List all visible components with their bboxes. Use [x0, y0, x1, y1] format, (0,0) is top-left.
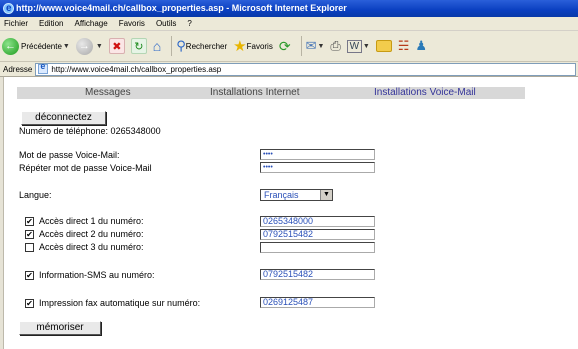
refresh-icon: ↻ [130, 38, 147, 54]
nav-messages-link[interactable]: Messages [85, 87, 131, 99]
address-label: Adresse [3, 64, 33, 74]
nav-internet-link[interactable]: Installations Internet [210, 87, 300, 99]
menu-bar: Fichier Edition Affichage Favoris Outils… [0, 17, 578, 31]
language-selected-value: Français [264, 190, 299, 200]
sms-checkbox[interactable] [25, 271, 34, 280]
window-title: http://www.voice4mail.ch/callbox_propert… [16, 3, 347, 13]
word-icon: W [346, 39, 362, 53]
direct3-input[interactable] [260, 242, 375, 253]
research-books-icon: ☵ [397, 38, 410, 53]
menu-fichier[interactable]: Fichier [4, 19, 28, 28]
home-button[interactable]: ⌂ [153, 38, 161, 54]
mail-dropdown-icon[interactable]: ▼ [317, 43, 324, 50]
direct3-checkbox[interactable] [25, 243, 34, 252]
direct1-label: Accès direct 1 du numéro: [39, 216, 144, 226]
research-button[interactable]: ☵ [398, 38, 410, 54]
fax-checkbox[interactable] [25, 299, 34, 308]
language-label: Langue: [19, 190, 52, 200]
forward-button[interactable]: → ▼ [75, 37, 103, 55]
nav-voicemail-link[interactable]: Installations Voice-Mail [374, 87, 476, 99]
save-button[interactable]: mémoriser [19, 321, 101, 335]
sms-label: Information-SMS au numéro: [39, 270, 155, 280]
menu-outils[interactable]: Outils [156, 19, 176, 28]
sms-input[interactable]: 0792515482 [260, 269, 375, 280]
direct2-label: Accès direct 2 du numéro: [39, 229, 144, 239]
password-label: Mot de passe Voice-Mail: [19, 150, 120, 160]
menu-affichage[interactable]: Affichage [74, 19, 107, 28]
folder-button[interactable] [375, 40, 392, 52]
printer-icon: ⎙ [330, 38, 341, 53]
disconnect-button[interactable]: déconnectez [21, 111, 106, 125]
messenger-people-icon: ♟ [415, 38, 428, 53]
direct2-checkbox[interactable] [25, 230, 34, 239]
folder-icon [375, 40, 392, 52]
search-button-label: Rechercher [185, 41, 228, 51]
fax-input[interactable]: 0269125487 [260, 297, 375, 308]
back-dropdown-icon[interactable]: ▼ [63, 43, 70, 50]
window-titlebar: http://www.voice4mail.ch/callbox_propert… [0, 0, 578, 17]
address-url: http://www.voice4mail.ch/callbox_propert… [51, 64, 222, 74]
stop-icon: ✖ [108, 38, 125, 54]
direct3-label: Accès direct 3 du numéro: [39, 242, 144, 252]
menu-favoris[interactable]: Favoris [119, 19, 145, 28]
password-repeat-label: Répéter mot de passe Voice-Mail [19, 163, 152, 173]
toolbar: ← Précédente ▼ → ▼ ✖ ↻ ⌂ ⚲ Rechercher ★ … [0, 31, 578, 62]
direct2-input[interactable]: 0792515482 [260, 229, 375, 240]
home-icon: ⌂ [152, 38, 162, 54]
chevron-down-icon: ▼ [320, 190, 332, 200]
password-input[interactable]: •••• [260, 149, 375, 160]
address-input[interactable]: http://www.voice4mail.ch/callbox_propert… [35, 61, 576, 76]
forward-dropdown-icon[interactable]: ▼ [96, 43, 103, 50]
password-repeat-input[interactable]: •••• [260, 162, 375, 173]
back-button[interactable]: ← Précédente ▼ [2, 37, 70, 55]
history-icon: ⟳ [278, 37, 291, 54]
back-arrow-icon: ← [2, 37, 19, 55]
language-select[interactable]: Français ▼ [260, 189, 333, 201]
ie-logo-icon [3, 0, 14, 17]
address-bar: Adresse http://www.voice4mail.ch/callbox… [0, 61, 578, 77]
menu-help[interactable]: ? [187, 19, 191, 28]
phone-number-text: Numéro de téléphone: 0265348000 [19, 126, 161, 136]
history-button[interactable]: ⟳ [279, 38, 291, 55]
menu-edition[interactable]: Edition [39, 19, 63, 28]
search-icon: ⚲ [176, 38, 186, 53]
toolbar-separator [300, 36, 302, 56]
search-button[interactable]: ⚲ Rechercher [176, 38, 227, 54]
stop-button[interactable]: ✖ [108, 38, 125, 54]
direct1-input[interactable]: 0265348000 [260, 216, 375, 227]
word-dropdown-icon[interactable]: ▼ [363, 43, 370, 50]
refresh-button[interactable]: ↻ [130, 38, 147, 54]
direct1-checkbox[interactable] [25, 217, 34, 226]
mail-icon: ✉ [305, 38, 317, 53]
window-left-edge [0, 77, 4, 349]
toolbar-separator [171, 36, 173, 56]
site-nav-bar: Messages Installations Internet Installa… [17, 87, 525, 99]
favorites-button-label: Favoris [246, 41, 273, 51]
mail-button[interactable]: ✉ ▼ [306, 38, 325, 54]
page-icon [38, 61, 49, 74]
forward-arrow-icon: → [75, 37, 93, 55]
favorites-button[interactable]: ★ Favoris [233, 37, 273, 55]
word-button[interactable]: W ▼ [346, 39, 370, 53]
print-button[interactable]: ⎙ [330, 38, 340, 54]
fax-label: Impression fax automatique sur numéro: [39, 298, 201, 308]
messenger-button[interactable]: ♟ [415, 38, 427, 54]
favorites-star-icon: ★ [233, 38, 247, 55]
back-button-label: Précédente [21, 41, 62, 51]
